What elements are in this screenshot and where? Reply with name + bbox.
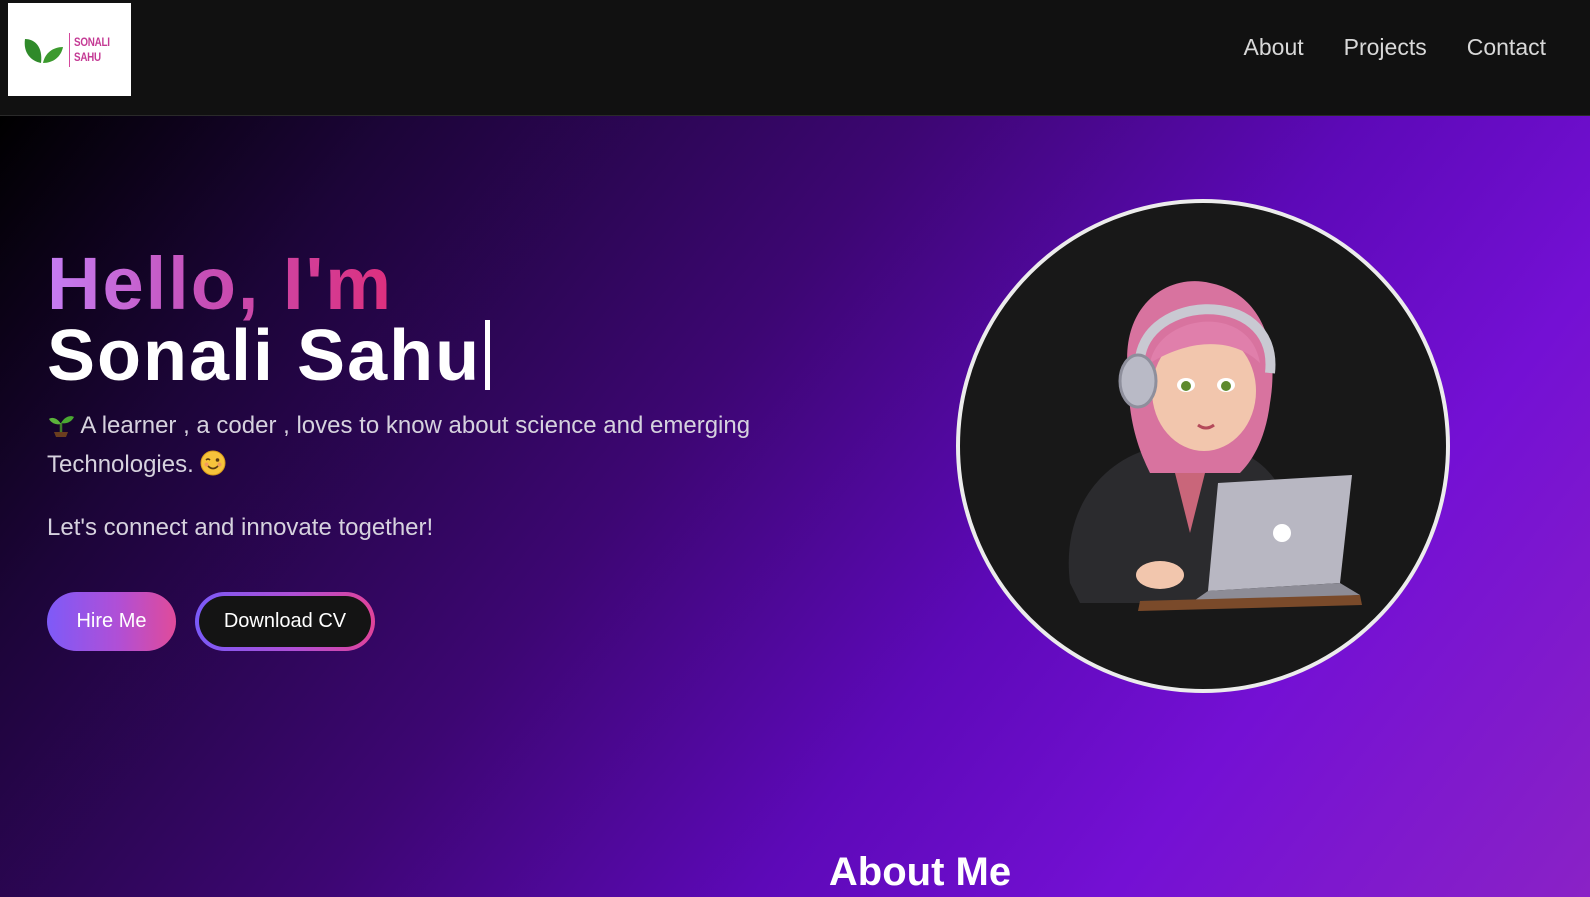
typing-cursor xyxy=(485,320,491,390)
hire-me-button[interactable]: Hire Me xyxy=(47,592,176,651)
logo-text: SONALI SAHU xyxy=(74,35,110,65)
download-cv-button-border[interactable]: Download CV xyxy=(195,592,375,651)
nav-contact[interactable]: Contact xyxy=(1467,34,1546,61)
avatar xyxy=(956,199,1450,693)
download-cv-button[interactable]: Download CV xyxy=(199,596,371,647)
logo[interactable]: SONALI SAHU xyxy=(8,3,131,96)
site-header: SONALI SAHU About Projects Contact xyxy=(0,0,1590,116)
hero-intro: A learner , a coder , loves to know abou… xyxy=(47,408,807,486)
logo-line2: SAHU xyxy=(74,49,102,64)
hero-name-text: Sonali Sahu xyxy=(47,316,482,396)
hero-section: Hello, I'm Sonali Sahu A learner , a cod… xyxy=(0,116,1590,897)
hero-name: Sonali Sahu xyxy=(47,316,491,396)
nav-projects[interactable]: Projects xyxy=(1344,34,1427,61)
sprout-emoji-icon xyxy=(47,411,75,447)
nav-about[interactable]: About xyxy=(1244,34,1304,61)
main-nav: About Projects Contact xyxy=(1244,34,1546,61)
wink-emoji-icon xyxy=(200,450,226,486)
logo-line1: SONALI xyxy=(74,34,110,49)
hero-greeting: Hello, I'm xyxy=(47,242,393,325)
about-section-title: About Me xyxy=(828,850,1012,894)
girl-with-laptop-avatar xyxy=(1068,281,1362,611)
hero-tagline: Let's connect and innovate together! xyxy=(47,514,434,541)
hero-intro-text: A learner , a coder , loves to know abou… xyxy=(47,412,751,478)
logo-divider xyxy=(69,32,71,67)
leaf-icon xyxy=(24,38,64,63)
